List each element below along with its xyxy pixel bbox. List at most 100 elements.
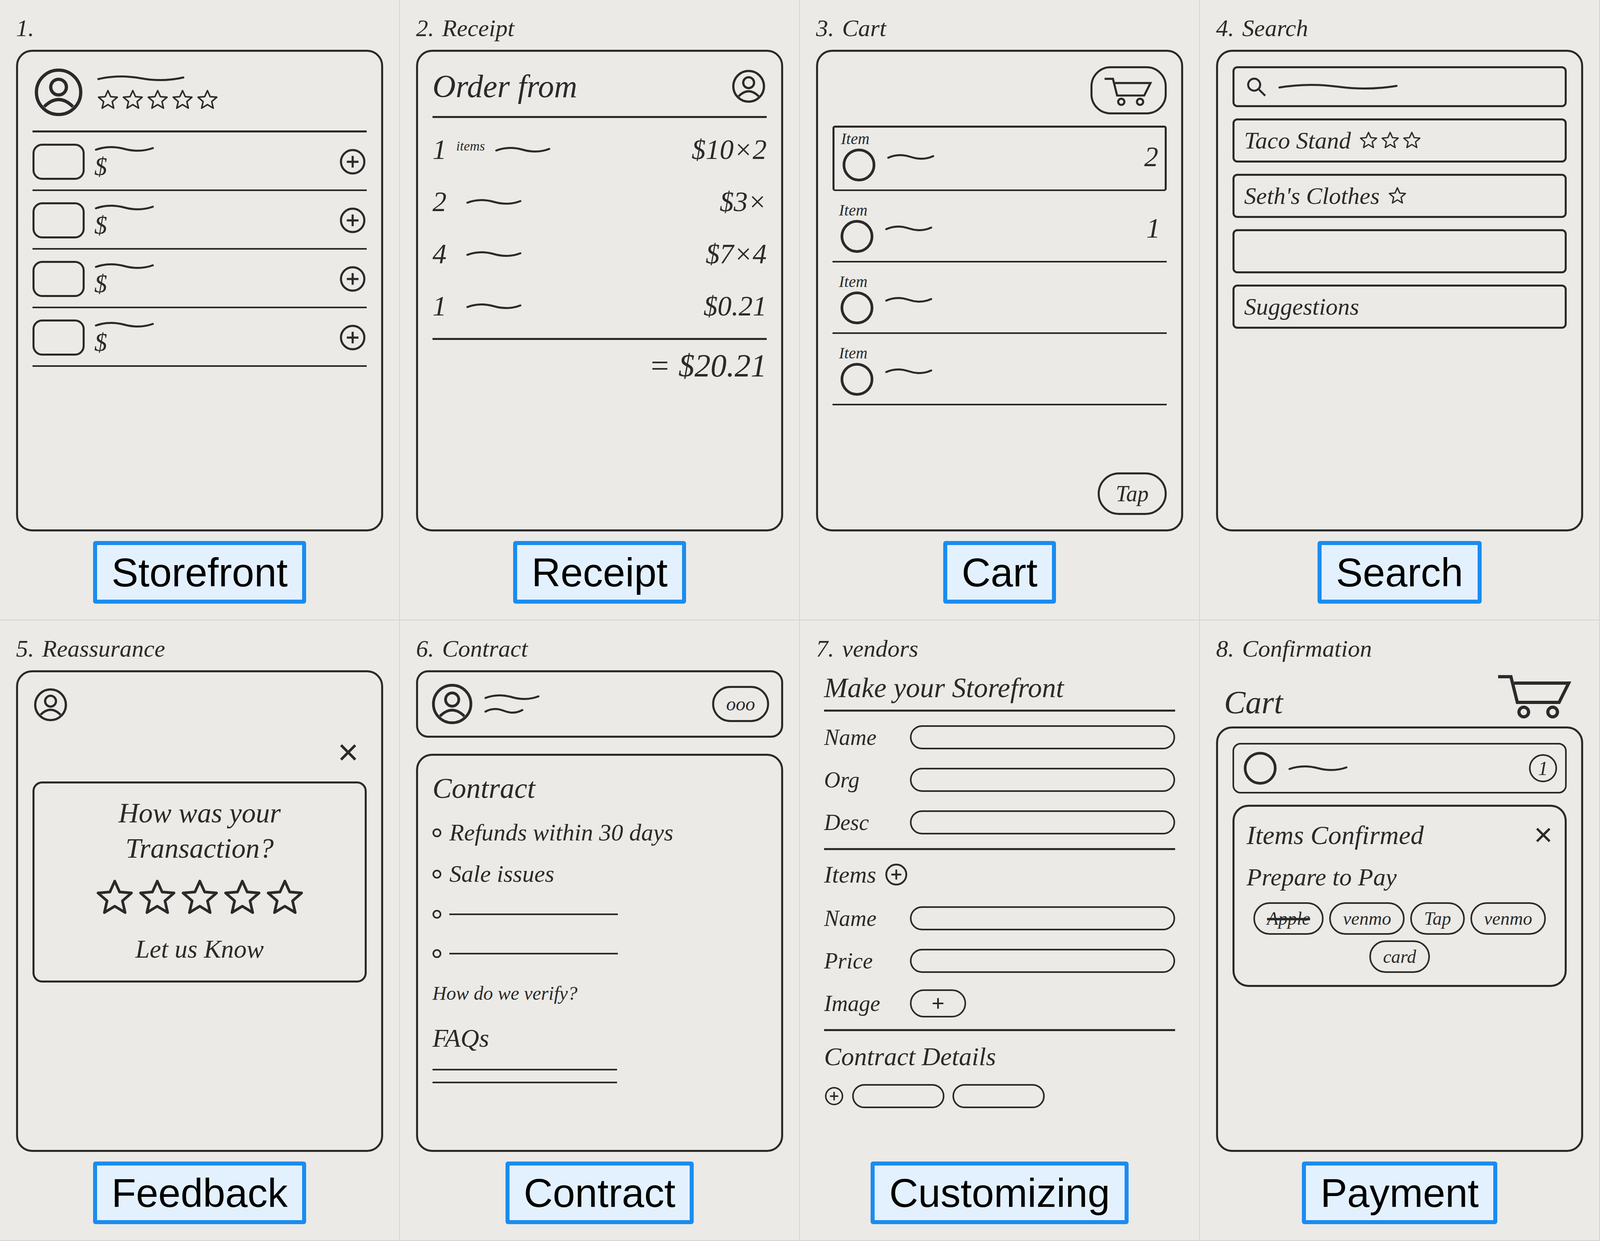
panel-title: Confirmation — [1242, 636, 1372, 661]
panel-number: 1. — [16, 16, 35, 41]
star-rating[interactable] — [1387, 186, 1408, 206]
sketch-panel: 4.SearchTaco StandSeth's ClothesSuggesti… — [1200, 0, 1600, 621]
paper-prototype-board: 1. $ $ $ $ Storefront 2. Receipt Order from 1item… — [0, 0, 1600, 1241]
squiggle-icon — [465, 249, 522, 259]
search-result[interactable] — [1232, 229, 1567, 274]
payment-option[interactable]: Tap — [1410, 901, 1465, 935]
cart-badge[interactable] — [1090, 66, 1167, 115]
image-upload[interactable] — [909, 988, 967, 1018]
panel-number: 2. — [416, 16, 435, 41]
form-field[interactable]: Name — [824, 720, 1176, 754]
cart-icon[interactable] — [1494, 670, 1576, 719]
squiggle-icon — [94, 319, 155, 330]
payment-option[interactable]: card — [1369, 940, 1430, 973]
contract-term — [432, 899, 767, 928]
form-field[interactable]: Desc — [824, 805, 1176, 839]
panel-number: 5. — [16, 636, 35, 661]
contract-term: Refunds within 30 days — [432, 817, 767, 848]
form-field[interactable]: Name — [824, 901, 1176, 935]
more-button[interactable]: ooo — [712, 685, 770, 722]
product-row[interactable]: $ — [32, 260, 367, 309]
cart-item[interactable]: Item — [832, 345, 1167, 406]
sketch-panel: 2.ReceiptOrder from1items$10×22$3×4$7×41… — [400, 0, 800, 621]
star-icon — [121, 88, 145, 112]
panel-number: 6. — [416, 636, 435, 661]
product-row[interactable]: $ — [32, 319, 367, 367]
payment-option[interactable]: venmo — [1329, 901, 1405, 935]
profile-icon[interactable] — [32, 686, 69, 723]
star-icon — [179, 877, 220, 918]
screen-label: Feedback — [93, 1161, 307, 1224]
close-button[interactable]: × — [1533, 818, 1553, 851]
plus-icon[interactable] — [824, 1085, 845, 1106]
squiggle-icon — [886, 152, 935, 162]
search-result[interactable]: Suggestions — [1232, 284, 1567, 329]
screen-label: Payment — [1301, 1161, 1498, 1224]
search-result[interactable]: Taco Stand — [1232, 118, 1567, 163]
contract-term — [432, 939, 767, 968]
cart-item[interactable]: Item1 — [832, 202, 1167, 263]
thumbnail-icon — [838, 361, 876, 398]
star-icon — [196, 88, 219, 112]
star-rating[interactable] — [94, 877, 305, 918]
profile-icon[interactable] — [730, 68, 767, 105]
screen-label: Storefront — [93, 540, 307, 604]
plus-icon[interactable] — [338, 147, 367, 176]
sketch-panel: 1. $ $ $ $ Storefront — [0, 0, 400, 621]
squiggle-icon — [1287, 763, 1349, 773]
star-icon — [264, 877, 305, 918]
search-result[interactable]: Seth's Clothes — [1232, 173, 1567, 218]
panel-title: Receipt — [442, 16, 515, 41]
star-icon — [96, 88, 120, 112]
squiggle-icon — [884, 294, 933, 305]
squiggle-icon — [884, 223, 933, 234]
tap-button[interactable]: Tap — [1097, 472, 1167, 515]
payment-screen: 1 Items Confirmed×Prepare to PayApplevenm… — [1216, 726, 1584, 1152]
star-icon — [1380, 130, 1400, 151]
product-row[interactable]: $ — [32, 143, 367, 191]
star-rating[interactable] — [1358, 130, 1422, 151]
panel-title: Reassurance — [42, 636, 166, 661]
confirm-dialog: Items Confirmed×Prepare to PayApplevenmo… — [1232, 804, 1567, 987]
squiggle-icon — [465, 301, 522, 311]
squiggle-icon — [483, 692, 541, 702]
product-image — [32, 260, 85, 297]
squiggle-icon — [94, 202, 155, 213]
storefront-screen: $ $ $ $ — [16, 49, 384, 532]
cart-screen: Item2 Item1 Item Item Tap — [816, 49, 1184, 532]
plus-icon[interactable] — [338, 264, 367, 293]
screen-label: Search — [1317, 540, 1482, 604]
star-rating[interactable] — [96, 88, 219, 112]
squiggle-icon — [1277, 81, 1399, 92]
profile-icon[interactable] — [32, 66, 85, 119]
star-icon — [171, 88, 194, 112]
payment-option[interactable]: venmo — [1470, 901, 1546, 935]
contract-term: Sale issues — [432, 858, 767, 889]
star-icon — [137, 877, 178, 918]
profile-icon[interactable] — [430, 681, 475, 726]
plus-icon[interactable] — [338, 323, 367, 352]
receipt-header: Order from — [432, 66, 767, 118]
plus-icon[interactable] — [338, 206, 367, 235]
cart-icon[interactable] — [1102, 74, 1155, 106]
squiggle-icon — [884, 366, 933, 376]
squiggle-icon — [94, 144, 155, 154]
search-icon — [1244, 74, 1269, 99]
product-image — [32, 319, 85, 356]
cart-item[interactable]: Item2 — [832, 125, 1167, 191]
form-field[interactable]: Price — [824, 943, 1176, 978]
product-row[interactable]: $ — [32, 202, 367, 250]
cart-item[interactable]: Item — [832, 273, 1167, 334]
cart-item[interactable]: 1 — [1232, 742, 1567, 794]
squiggle-icon — [483, 705, 524, 716]
form-field[interactable]: Org — [824, 762, 1176, 797]
close-button[interactable]: × — [337, 733, 359, 770]
receipt-row: 1items$10×2 — [432, 129, 767, 171]
search-screen: Taco Stand Seth's Clothes Suggestions — [1216, 49, 1584, 532]
star-icon — [1358, 130, 1379, 151]
store-header — [32, 66, 367, 133]
search-field[interactable] — [1232, 66, 1567, 108]
plus-icon[interactable] — [884, 862, 909, 887]
screen-label: Contract — [505, 1161, 695, 1224]
panel-title: Contract — [442, 636, 528, 661]
